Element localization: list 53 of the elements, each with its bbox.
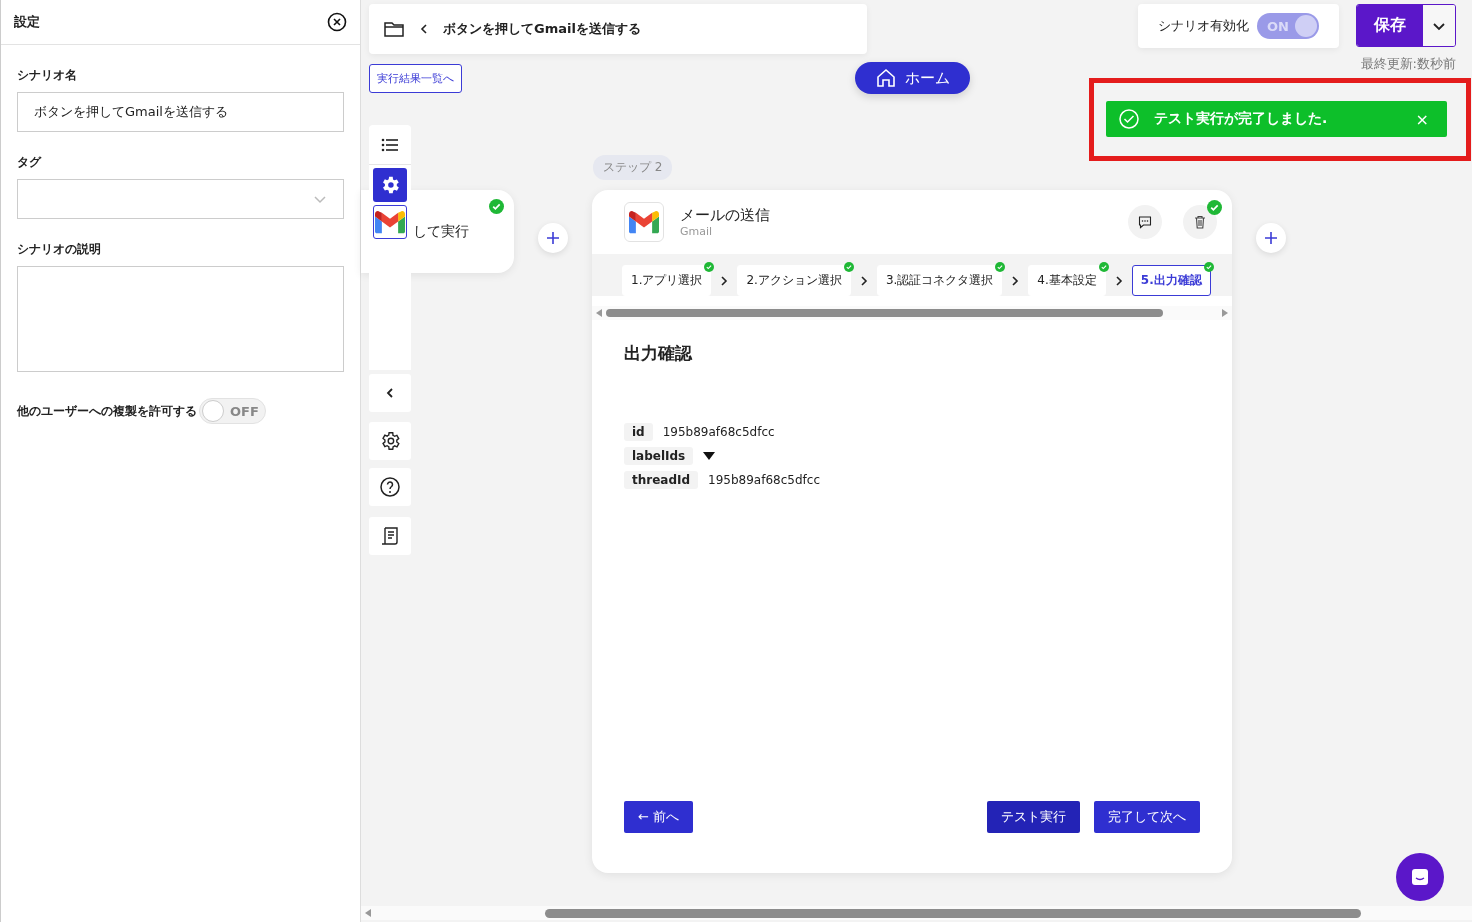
save-button[interactable]: 保存 — [1357, 5, 1423, 46]
description-field[interactable] — [17, 266, 344, 372]
toast-message: テスト実行が完了しました. — [1154, 110, 1329, 128]
mail-app-logo — [624, 202, 664, 242]
app-name: Gmail — [680, 225, 714, 238]
step-tab[interactable]: 3.認証コネクタ選択 — [876, 265, 1003, 296]
help-icon[interactable] — [369, 468, 411, 506]
scroll-left-icon[interactable] — [596, 309, 602, 317]
mail-app-icon[interactable] — [373, 205, 407, 239]
step-tab[interactable]: 1.アプリ選択 — [622, 265, 712, 296]
section-title: 出力確認 — [624, 342, 694, 365]
close-icon[interactable] — [327, 12, 347, 32]
scroll-right-icon[interactable] — [1222, 309, 1228, 317]
horizontal-scrollbar[interactable] — [361, 906, 1472, 920]
horizontal-scrollbar[interactable] — [592, 306, 1232, 320]
step-tab[interactable]: 5.出力確認 — [1131, 265, 1211, 296]
field-label: シナリオの説明 — [17, 241, 102, 258]
step-badge: ステップ 2 — [593, 155, 673, 180]
settings-icon[interactable] — [369, 422, 411, 460]
caret-down-icon[interactable] — [703, 451, 716, 461]
step-tab[interactable]: 4.基本設定 — [1028, 265, 1106, 296]
comment-icon[interactable] — [1128, 205, 1162, 239]
save-menu-button[interactable] — [1423, 5, 1455, 46]
last-updated-text: 最終更新:数秒前 — [1360, 55, 1456, 73]
trigger-node-title: して実行 — [413, 222, 469, 241]
output-value: 195b89af68c5dfcc — [708, 473, 820, 487]
output-value: 195b89af68c5dfcc — [662, 425, 775, 439]
gear-icon[interactable] — [373, 168, 407, 202]
field-label: シナリオ名 — [17, 67, 78, 84]
panel-title: 設定 — [14, 13, 40, 31]
home-icon — [875, 67, 897, 89]
chat-icon[interactable] — [1396, 853, 1444, 901]
test-run-button[interactable]: テスト実行 — [987, 801, 1080, 833]
step-tab[interactable]: 2.アクション選択 — [737, 265, 851, 296]
step-title: メールの送信 — [680, 206, 771, 225]
scenario-title: ボタンを押してGmailを送信する — [443, 20, 641, 38]
output-key: threadId — [624, 471, 699, 489]
enable-label: シナリオ有効化 — [1158, 17, 1250, 35]
trash-icon[interactable] — [1183, 205, 1217, 239]
output-key: id — [624, 423, 653, 441]
scroll-left-icon[interactable] — [365, 909, 371, 917]
complete-next-button[interactable]: 完了して次へ — [1094, 801, 1200, 833]
field-label: タグ — [17, 154, 43, 171]
add-step-icon[interactable] — [538, 223, 568, 253]
add-step-icon[interactable] — [1256, 223, 1286, 253]
check-circle-icon — [1118, 108, 1140, 130]
home-button[interactable]: ホーム — [855, 62, 970, 94]
document-icon[interactable] — [369, 517, 411, 555]
copy-permission-label: 他のユーザーへの複製を許可する — [17, 402, 197, 420]
output-key: labelIds — [624, 447, 694, 465]
previous-button[interactable]: ← 前へ — [624, 801, 694, 833]
results-link-button[interactable]: 実行結果一覧へ — [369, 64, 462, 93]
name-field[interactable]: ボタンを押してGmailを送信する — [17, 92, 344, 132]
